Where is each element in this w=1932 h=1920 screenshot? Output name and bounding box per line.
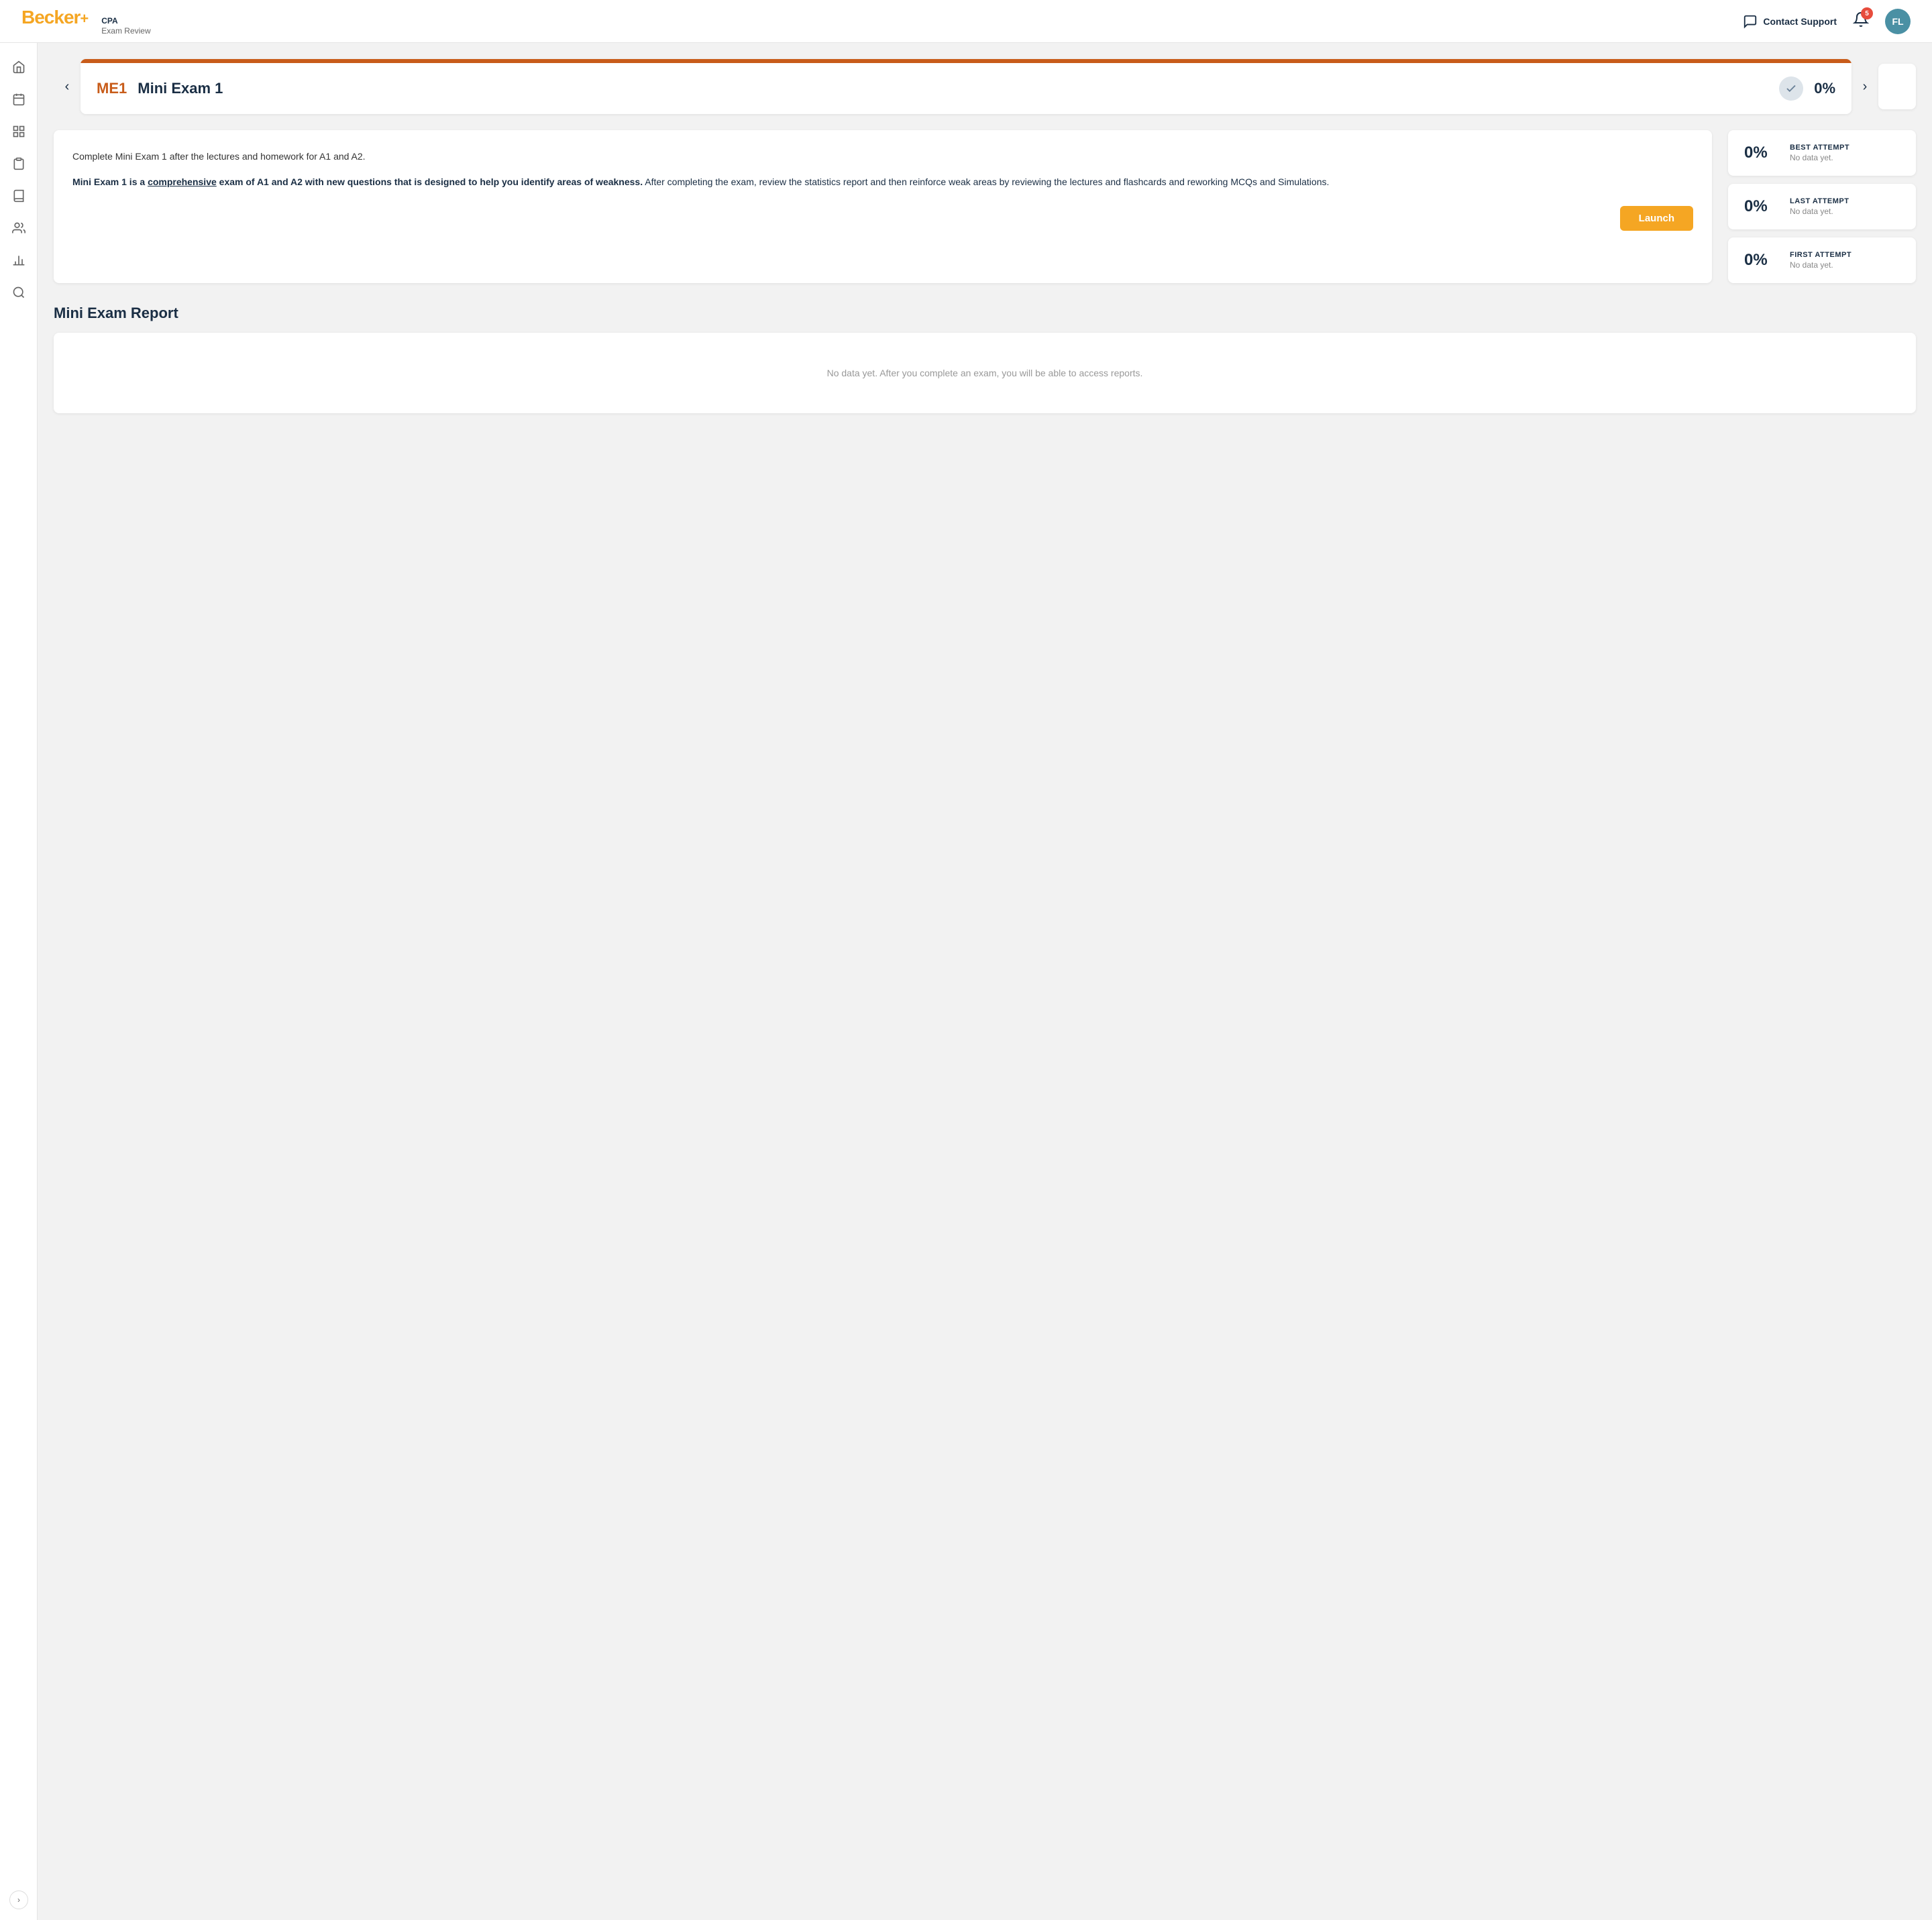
exam-review-label: Exam Review: [101, 26, 150, 36]
stat-card-best: 0% BEST ATTEMPT No data yet.: [1728, 130, 1916, 176]
sidebar-item-home[interactable]: [5, 54, 32, 81]
description-detail: Mini Exam 1 is a comprehensive exam of A…: [72, 174, 1693, 189]
sidebar-item-book[interactable]: [5, 182, 32, 209]
stat-best-percent: 0%: [1744, 144, 1776, 162]
description-box: Complete Mini Exam 1 after the lectures …: [54, 130, 1712, 283]
stat-first-info: FIRST ATTEMPT No data yet.: [1790, 251, 1851, 270]
stat-last-info: LAST ATTEMPT No data yet.: [1790, 197, 1849, 216]
header-left: Becker+ CPA Exam Review: [21, 7, 151, 36]
logo-text: Becker: [21, 7, 80, 28]
report-section: Mini Exam Report No data yet. After you …: [54, 305, 1916, 413]
report-title: Mini Exam Report: [54, 305, 1916, 322]
contact-support-link[interactable]: Contact Support: [1743, 14, 1837, 29]
exam-card: ME1 Mini Exam 1 0%: [80, 59, 1851, 114]
header: Becker+ CPA Exam Review Contact Support …: [0, 0, 1932, 43]
sidebar-item-calendar[interactable]: [5, 86, 32, 113]
sidebar-item-users[interactable]: [5, 215, 32, 242]
exam-title: Mini Exam 1: [138, 80, 223, 97]
launch-btn-wrapper: Launch: [72, 206, 1693, 231]
check-badge: [1779, 76, 1803, 101]
content-row: Complete Mini Exam 1 after the lectures …: [54, 130, 1916, 283]
expand-button[interactable]: ›: [9, 1890, 28, 1909]
sidebar-item-grid[interactable]: [5, 118, 32, 145]
stats-box: 0% BEST ATTEMPT No data yet. 0% LAST ATT…: [1728, 130, 1916, 283]
notification-button[interactable]: 5: [1853, 11, 1869, 31]
description-bold-intro: Mini Exam 1 is a comprehensive exam of A…: [72, 176, 643, 187]
sidebar-item-chart[interactable]: [5, 247, 32, 274]
stat-last-sub: No data yet.: [1790, 207, 1849, 216]
report-empty-text: No data yet. After you complete an exam,…: [827, 368, 1143, 378]
report-box: No data yet. After you complete an exam,…: [54, 333, 1916, 413]
main-content: ‹ ME1 Mini Exam 1 0% › Complete Mini Exa…: [38, 43, 1932, 1920]
header-right: Contact Support 5 FL: [1743, 9, 1911, 34]
sidebar-expand[interactable]: ›: [0, 1890, 38, 1909]
cpa-label: CPA: [101, 16, 150, 25]
stat-first-label: FIRST ATTEMPT: [1790, 251, 1851, 259]
next-nav-button[interactable]: ›: [1851, 73, 1878, 100]
launch-button[interactable]: Launch: [1620, 206, 1693, 231]
stat-best-info: BEST ATTEMPT No data yet.: [1790, 144, 1849, 162]
right-placeholder-card: [1878, 64, 1916, 109]
description-intro: Complete Mini Exam 1 after the lectures …: [72, 149, 1693, 164]
sidebar-item-search[interactable]: [5, 279, 32, 306]
contact-icon: [1743, 14, 1758, 29]
logo-plus: +: [80, 10, 88, 27]
stat-first-sub: No data yet.: [1790, 260, 1851, 270]
sidebar-item-clipboard[interactable]: [5, 150, 32, 177]
exam-percent: 0%: [1814, 80, 1835, 97]
stat-best-label: BEST ATTEMPT: [1790, 144, 1849, 152]
logo: Becker+: [21, 7, 88, 28]
contact-support-label: Contact Support: [1763, 16, 1837, 27]
stat-best-sub: No data yet.: [1790, 153, 1849, 162]
exam-card-container: ‹ ME1 Mini Exam 1 0% ›: [54, 59, 1916, 114]
exam-code: ME1: [97, 80, 127, 97]
stat-first-percent: 0%: [1744, 251, 1776, 270]
header-subtitle: CPA Exam Review: [101, 16, 150, 36]
stat-last-percent: 0%: [1744, 197, 1776, 216]
stat-card-first: 0% FIRST ATTEMPT No data yet.: [1728, 237, 1916, 283]
exam-status: 0%: [1779, 76, 1835, 101]
stat-last-label: LAST ATTEMPT: [1790, 197, 1849, 205]
prev-nav-button[interactable]: ‹: [54, 73, 80, 100]
stat-card-last: 0% LAST ATTEMPT No data yet.: [1728, 184, 1916, 229]
exam-card-body: ME1 Mini Exam 1 0%: [80, 63, 1851, 114]
notification-badge: 5: [1861, 7, 1873, 19]
sidebar: ›: [0, 43, 38, 1920]
avatar[interactable]: FL: [1885, 9, 1911, 34]
